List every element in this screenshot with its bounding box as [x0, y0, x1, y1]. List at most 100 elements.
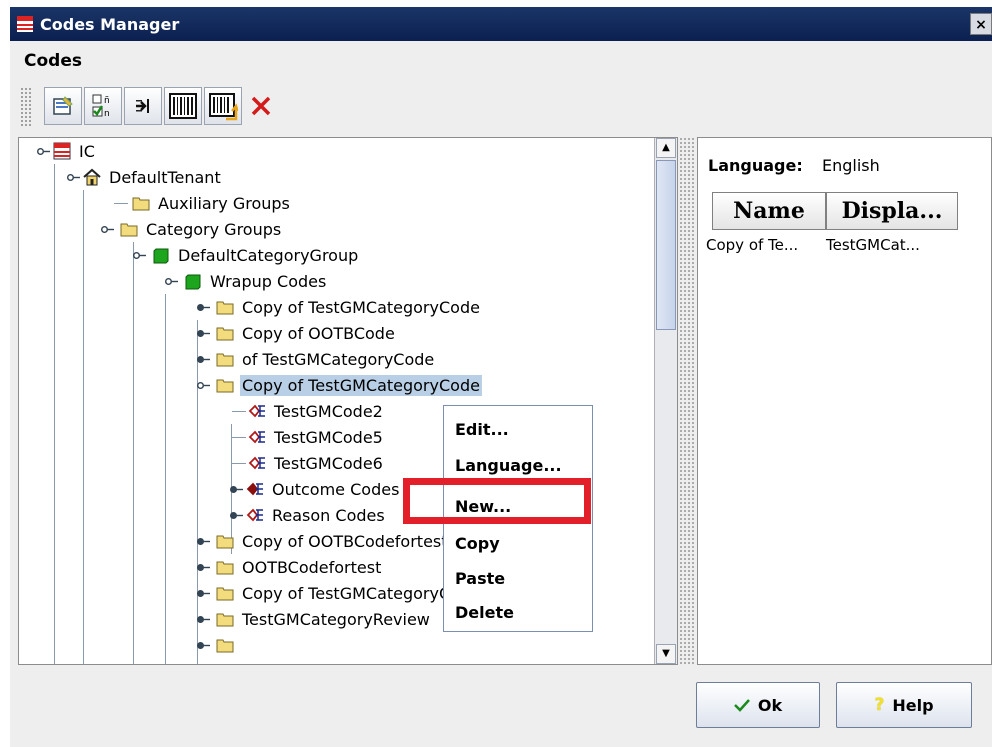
ok-button-label: Ok	[757, 695, 783, 715]
collapsed-handle-icon	[197, 303, 210, 311]
tree-node-reason-codes[interactable]: Reason Codes	[230, 502, 387, 528]
tree-node-label: IC	[79, 141, 95, 161]
expanded-handle-icon	[165, 277, 178, 285]
tree-vertical-scrollbar[interactable]: ▲ ▼	[654, 138, 677, 664]
import-icon	[136, 99, 149, 113]
toolbar-grip-icon[interactable]	[20, 87, 32, 127]
folder-icon	[216, 535, 234, 549]
panel-splitter[interactable]	[678, 137, 696, 665]
check-codes-button[interactable]: ñ n	[84, 87, 122, 125]
tree-node-outcome-codes[interactable]: Outcome Codes	[230, 476, 401, 502]
table-cell-display[interactable]: TestGMCat...	[826, 236, 920, 254]
scroll-thumb[interactable]	[656, 160, 676, 330]
menu-item-paste[interactable]: Paste	[455, 569, 505, 588]
ok-button[interactable]: Ok	[696, 682, 820, 728]
collapsed-handle-icon	[197, 329, 210, 337]
menu-item-language[interactable]: Language...	[455, 456, 562, 475]
tree-node-category-code-selected[interactable]: Copy of TestGMCategoryCode	[197, 372, 482, 398]
svg-text:n: n	[104, 109, 110, 119]
tree-node-label: OOTBCodefortest	[242, 557, 382, 577]
tree-node-label: Copy of TestGMCategoryCode	[242, 297, 480, 317]
tree-line	[165, 294, 166, 664]
tree-node-folder[interactable]: Category Groups	[101, 216, 283, 242]
code-icon	[248, 430, 265, 444]
tree-node-category-code[interactable]: of TestGMCategoryCode	[197, 346, 436, 372]
help-button-label: Help	[892, 695, 934, 715]
language-label: Language:	[708, 156, 803, 175]
language-panel: Language: English Name Displa... Copy of…	[697, 137, 992, 665]
delete-icon	[251, 96, 271, 116]
tree-node-code[interactable]: TestGMCode6	[232, 450, 385, 476]
tree-node-category-code[interactable]: Copy of TestGMCategoryCode	[197, 294, 482, 320]
server-icon	[53, 142, 71, 160]
tree-line	[232, 410, 246, 412]
tree-node-ic[interactable]: IC	[37, 138, 97, 164]
tree-node-label: TestGMCode5	[274, 427, 383, 447]
green-cube-icon	[153, 248, 169, 264]
folder-icon	[216, 301, 234, 315]
tree-node-label: DefaultTenant	[109, 167, 221, 187]
tree-node-category-code[interactable]: TestGMCategoryReview	[197, 606, 432, 632]
question-mark-icon: ?	[874, 695, 885, 715]
code-icon	[246, 508, 263, 522]
tree-line	[83, 190, 84, 664]
tree-node-label: TestGMCategoryReview	[242, 609, 430, 629]
check-codes-icon: ñ n	[92, 94, 110, 119]
tree-node-category-code[interactable]: Copy of OOTBCode	[197, 320, 397, 346]
tree-node-label: Copy of OOTBCode	[242, 323, 395, 343]
tree-node-category-code[interactable]: Copy of TestGMCategoryCode	[197, 580, 482, 606]
tree-node-wrapup[interactable]: Wrapup Codes	[165, 268, 328, 294]
barcode-export-button[interactable]	[204, 87, 242, 125]
expanded-handle-icon	[197, 381, 210, 389]
expanded-handle-icon	[101, 225, 114, 233]
tree-node-label: Reason Codes	[272, 505, 385, 525]
tree-node-tenant[interactable]: DefaultTenant	[67, 164, 223, 190]
window-title: Codes Manager	[40, 15, 180, 34]
properties-icon	[53, 96, 73, 115]
collapsed-handle-icon	[197, 563, 210, 571]
close-button[interactable]: ×	[970, 13, 992, 35]
column-header-display[interactable]: Displa...	[826, 192, 958, 230]
tree-node-category-code[interactable]: OOTBCodefortest	[197, 554, 383, 580]
barcode-export-icon	[209, 93, 238, 121]
checkmark-icon	[733, 699, 750, 712]
folder-icon	[216, 561, 234, 575]
folder-icon	[216, 379, 234, 393]
code-icon	[248, 456, 265, 470]
tree-node-label: TestGMCode2	[274, 401, 383, 421]
folder-icon	[216, 353, 234, 367]
tree-node-category-group[interactable]: DefaultCategoryGroup	[133, 242, 360, 268]
tree-node-folder[interactable]: Auxiliary Groups	[114, 190, 292, 216]
tree-node-code[interactable]: TestGMCode5	[232, 424, 385, 450]
menu-item-delete[interactable]: Delete	[455, 603, 514, 622]
language-value[interactable]: English	[822, 156, 880, 175]
folder-icon	[216, 587, 234, 601]
help-button[interactable]: ? Help	[836, 682, 972, 728]
tree-node-label: Wrapup Codes	[210, 271, 327, 291]
menu-item-edit[interactable]: Edit...	[455, 420, 509, 439]
collapsed-handle-icon	[197, 615, 210, 623]
table-cell-name[interactable]: Copy of Te...	[706, 236, 798, 254]
scroll-down-arrow-icon[interactable]: ▼	[656, 644, 676, 664]
properties-button[interactable]	[44, 87, 82, 125]
expanded-handle-icon	[37, 147, 50, 155]
tree-line	[54, 164, 55, 664]
tree-line	[114, 202, 128, 204]
tree-node-label: Copy of TestGMCategoryCode	[240, 374, 482, 396]
tree-node-label: of TestGMCategoryCode	[242, 349, 435, 369]
green-cube-icon	[185, 274, 201, 290]
tree-node-partial[interactable]	[197, 632, 240, 658]
menu-item-copy[interactable]: Copy	[455, 534, 500, 553]
scroll-up-arrow-icon[interactable]: ▲	[656, 138, 676, 158]
tree-node-label: Outcome Codes	[272, 479, 400, 499]
import-button[interactable]	[124, 87, 162, 125]
tree-node-category-code[interactable]: Copy of OOTBCodefortest	[197, 528, 450, 554]
tree-line	[232, 462, 246, 464]
panel-label: Codes	[24, 51, 82, 71]
column-header-name[interactable]: Name	[712, 192, 826, 230]
delete-button[interactable]	[242, 87, 280, 125]
home-icon	[83, 168, 101, 186]
tree-node-code[interactable]: TestGMCode2	[232, 398, 385, 424]
barcode-button[interactable]	[164, 87, 202, 125]
svg-text:ñ: ñ	[104, 96, 110, 106]
